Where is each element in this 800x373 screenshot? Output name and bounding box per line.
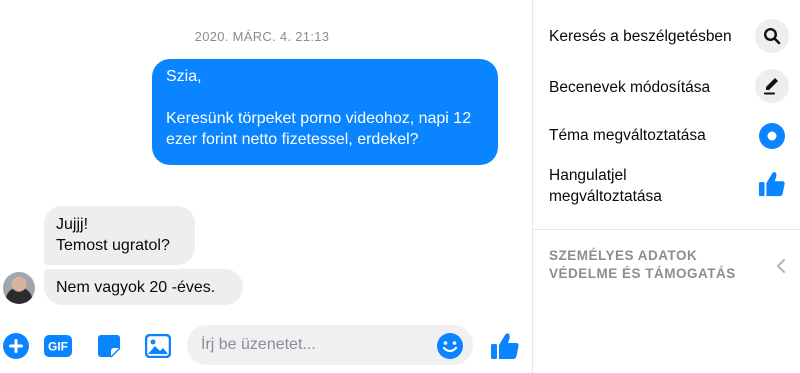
message-composer: GIF: [0, 324, 532, 368]
sidebar-item-label: Hangulatjel megváltoztatása: [549, 167, 662, 205]
conversation-settings-panel: Keresés a beszélgetésben Becenevek módos…: [533, 0, 800, 373]
emoji-icon[interactable]: [436, 332, 464, 360]
incoming-message-bubble[interactable]: Nem vagyok 20 -éves.: [44, 269, 243, 305]
pencil-icon[interactable]: [755, 69, 789, 103]
message-input[interactable]: [187, 325, 473, 365]
privacy-support-section[interactable]: SZEMÉLYES ADATOK VÉDELME ÉS TÁMOGATÁS: [549, 247, 749, 283]
thumbs-up-icon[interactable]: [489, 330, 521, 362]
sticker-icon[interactable]: [95, 332, 123, 360]
incoming-message-bubble[interactable]: Jujjj! Temost ugratol?: [44, 206, 195, 265]
chevron-left-icon[interactable]: [775, 258, 787, 279]
outgoing-message-bubble[interactable]: Szia, Keresünk törpeket porno videohoz, …: [152, 59, 498, 165]
contact-avatar[interactable]: [3, 272, 35, 304]
sidebar-item-emoji[interactable]: Hangulatjel megváltoztatása: [549, 165, 729, 207]
sidebar-item-label: Becenevek módosítása: [549, 79, 711, 96]
gif-label: GIF: [48, 340, 68, 354]
image-icon[interactable]: [144, 332, 172, 360]
section-divider: [533, 229, 800, 230]
sidebar-item-label: Téma megváltoztatása: [549, 127, 706, 144]
conversation-panel: 2020. MÁRC. 4. 21:13 Szia, Keresünk törp…: [0, 0, 532, 373]
plus-icon[interactable]: [2, 332, 30, 360]
search-icon[interactable]: [755, 19, 789, 53]
gif-icon[interactable]: GIF: [44, 332, 72, 360]
message-timestamp: 2020. MÁRC. 4. 21:13: [194, 29, 330, 44]
thumbs-up-icon[interactable]: [755, 167, 789, 201]
sidebar-item-label: Keresés a beszélgetésben: [549, 28, 732, 45]
theme-icon[interactable]: [755, 119, 789, 153]
